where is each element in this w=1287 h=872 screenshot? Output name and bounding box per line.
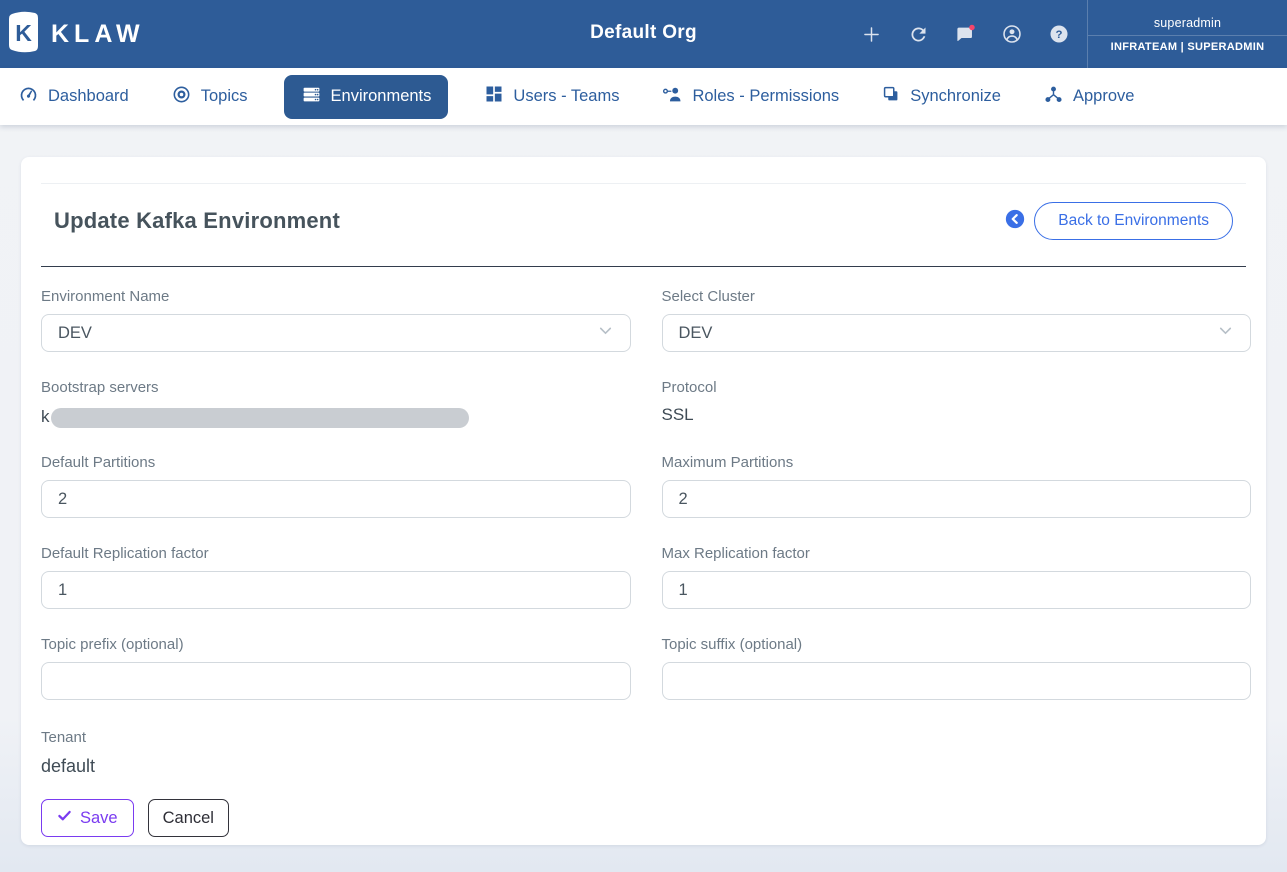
nav-item-topics[interactable]: Topics xyxy=(171,84,248,110)
max-replication-factor-input[interactable] xyxy=(662,571,1252,609)
klaw-logo-icon: K xyxy=(8,10,39,59)
gauge-icon xyxy=(18,84,39,110)
environment-name-select[interactable]: DEV xyxy=(41,314,631,352)
brand[interactable]: K KLAW xyxy=(0,10,145,59)
nav-item-dashboard[interactable]: Dashboard xyxy=(18,84,129,110)
nav-label: Synchronize xyxy=(910,87,1001,106)
username: superadmin xyxy=(1088,11,1287,36)
back-to-environments-button[interactable]: Back to Environments xyxy=(1034,202,1233,240)
server-stack-icon xyxy=(301,84,322,110)
topic-prefix-label: Topic prefix (optional) xyxy=(41,636,631,653)
select-cluster-select[interactable]: DEV xyxy=(662,314,1252,352)
default-partitions-label: Default Partitions xyxy=(41,454,631,471)
environment-name-label: Environment Name xyxy=(41,288,631,305)
environment-name-value: DEV xyxy=(58,324,92,343)
select-cluster-label: Select Cluster xyxy=(662,288,1252,305)
protocol-label: Protocol xyxy=(662,379,1252,396)
org-title: Default Org xyxy=(590,22,697,44)
nav-item-environments[interactable]: Environments xyxy=(284,75,449,119)
chevron-down-icon xyxy=(1217,322,1234,344)
redaction-bar xyxy=(51,408,469,428)
save-button[interactable]: Save xyxy=(41,799,134,837)
check-icon xyxy=(57,808,72,828)
account-icon[interactable] xyxy=(1001,23,1023,45)
chat-icon[interactable] xyxy=(954,23,976,45)
main-nav: Dashboard Topics Environments xyxy=(0,68,1287,125)
topic-prefix-input[interactable] xyxy=(41,662,631,700)
app-name: KLAW xyxy=(51,20,145,49)
svg-text:K: K xyxy=(15,20,32,46)
user-menu[interactable]: superadmin INFRATEAM | SUPERADMIN xyxy=(1087,0,1287,68)
page-title: Update Kafka Environment xyxy=(54,208,340,234)
max-replication-factor-label: Max Replication factor xyxy=(662,545,1252,562)
default-replication-factor-input[interactable] xyxy=(41,571,631,609)
target-icon xyxy=(171,84,192,110)
grid-icon xyxy=(484,84,504,109)
topic-suffix-label: Topic suffix (optional) xyxy=(662,636,1252,653)
notification-badge xyxy=(969,25,975,31)
tenant-value: default xyxy=(41,756,1251,777)
help-icon[interactable]: ? xyxy=(1048,23,1070,45)
nav-label: Topics xyxy=(201,87,248,106)
maximum-partitions-input[interactable] xyxy=(662,480,1252,518)
nav-label: Users - Teams xyxy=(513,87,619,106)
bootstrap-servers-value: k xyxy=(41,407,50,427)
svg-text:?: ? xyxy=(1056,29,1063,41)
add-icon[interactable] xyxy=(860,23,882,45)
default-replication-factor-label: Default Replication factor xyxy=(41,545,631,562)
divider xyxy=(41,183,1246,184)
tenant-label: Tenant xyxy=(41,729,1251,746)
key-person-icon xyxy=(661,83,683,110)
nav-label: Roles - Permissions xyxy=(692,87,839,106)
arrow-left-circle-icon[interactable] xyxy=(1005,209,1025,234)
environment-form: Environment Name DEV Select Cluster DEV xyxy=(21,267,1266,837)
copy-squares-icon xyxy=(881,84,901,109)
refresh-icon[interactable] xyxy=(907,23,929,45)
cancel-button[interactable]: Cancel xyxy=(148,799,229,837)
content-card: Update Kafka Environment Back to Environ… xyxy=(21,157,1266,845)
hub-icon xyxy=(1043,84,1064,110)
top-header: K KLAW Default Org xyxy=(0,0,1287,68)
default-partitions-input[interactable] xyxy=(41,480,631,518)
protocol-value: SSL xyxy=(662,405,1252,425)
nav-label: Approve xyxy=(1073,87,1134,106)
team-role: INFRATEAM | SUPERADMIN xyxy=(1088,36,1287,58)
nav-item-approve[interactable]: Approve xyxy=(1043,84,1134,110)
save-label: Save xyxy=(80,809,118,828)
chevron-down-icon xyxy=(597,322,614,344)
maximum-partitions-label: Maximum Partitions xyxy=(662,454,1252,471)
select-cluster-value: DEV xyxy=(679,324,713,343)
nav-label: Dashboard xyxy=(48,87,129,106)
nav-label: Environments xyxy=(331,87,432,106)
nav-item-synchronize[interactable]: Synchronize xyxy=(881,84,1001,109)
bootstrap-servers-label: Bootstrap servers xyxy=(41,379,631,396)
nav-item-users-teams[interactable]: Users - Teams xyxy=(484,84,619,109)
nav-item-roles-permissions[interactable]: Roles - Permissions xyxy=(661,83,839,110)
topic-suffix-input[interactable] xyxy=(662,662,1252,700)
